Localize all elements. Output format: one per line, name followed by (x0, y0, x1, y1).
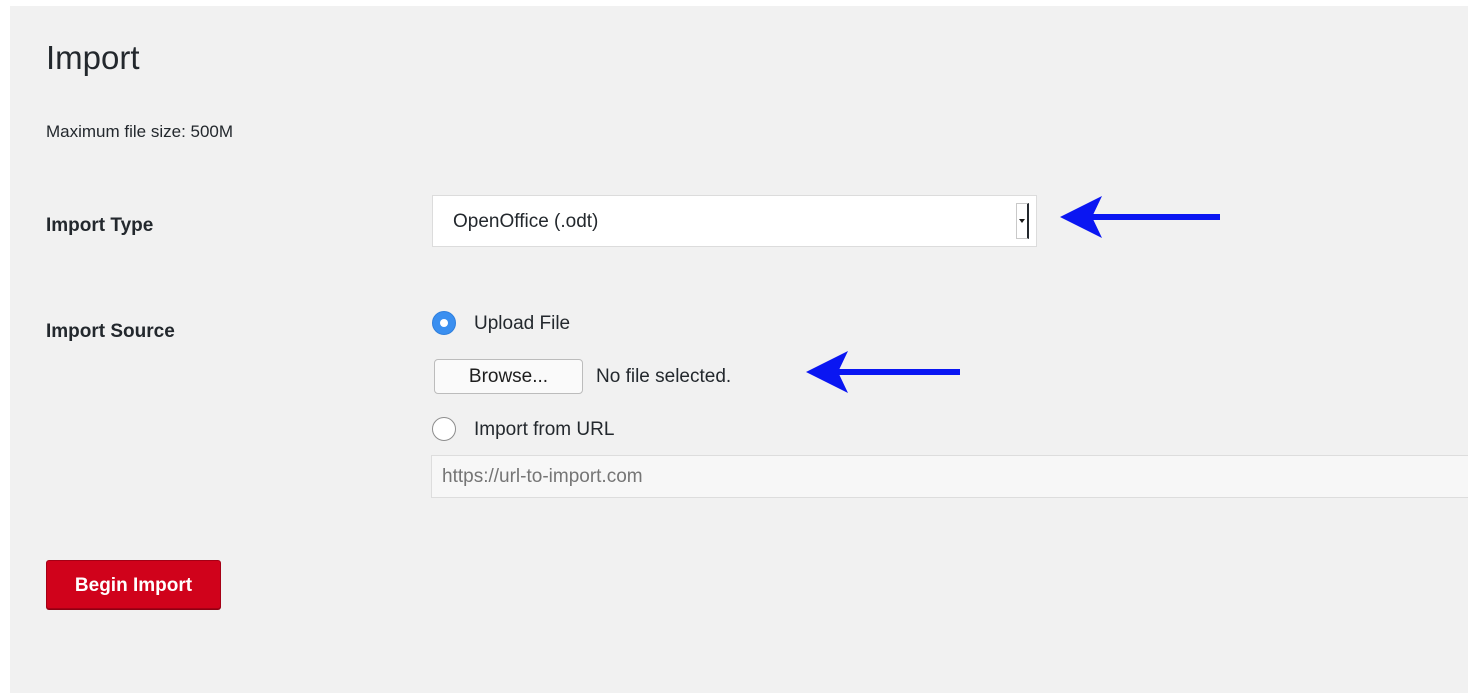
page-title: Import (46, 39, 140, 76)
import-type-label: Import Type (46, 215, 154, 236)
import-type-selected-value: OpenOffice (.odt) (453, 211, 599, 232)
arrow-left-icon (806, 351, 960, 393)
browse-button[interactable]: Browse... (434, 359, 583, 394)
max-file-size-text: Maximum file size: 500M (46, 122, 234, 141)
chevron-down-icon[interactable] (1016, 203, 1029, 239)
import-from-url-radio[interactable] (432, 417, 456, 441)
url-input[interactable] (431, 455, 1468, 498)
upload-file-radio[interactable] (432, 311, 456, 335)
upload-file-label[interactable]: Upload File (474, 311, 570, 337)
import-from-url-label[interactable]: Import from URL (474, 417, 614, 443)
import-type-select[interactable]: OpenOffice (.odt) (432, 195, 1037, 247)
import-panel: Import Maximum file size: 500M Import Ty… (10, 6, 1468, 693)
file-status: No file selected. (596, 366, 732, 387)
import-source-label: Import Source (46, 321, 175, 342)
begin-import-button[interactable]: Begin Import (46, 560, 221, 609)
arrow-left-icon (1060, 196, 1220, 238)
